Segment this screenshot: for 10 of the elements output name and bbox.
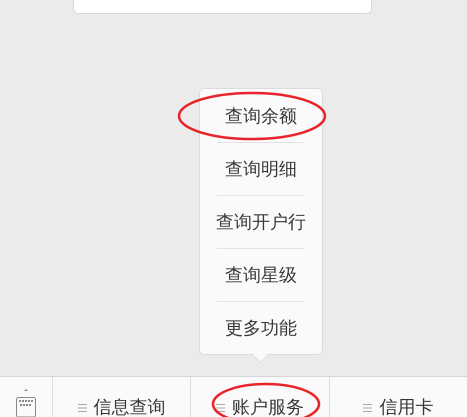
- menu-icon: [78, 404, 87, 412]
- menu-item[interactable]: 更多功能: [225, 316, 297, 340]
- menu-item[interactable]: 查询明细: [225, 156, 297, 180]
- menu-item[interactable]: 查询开户行: [216, 210, 306, 234]
- menu-icon: [363, 404, 372, 412]
- keyboard-icon[interactable]: [15, 387, 37, 417]
- menu-item[interactable]: 查询星级: [225, 262, 297, 286]
- menu-icon: [216, 404, 225, 412]
- menu-tab[interactable]: 信息查询: [94, 397, 166, 417]
- menu-tab[interactable]: 信用卡: [379, 397, 434, 417]
